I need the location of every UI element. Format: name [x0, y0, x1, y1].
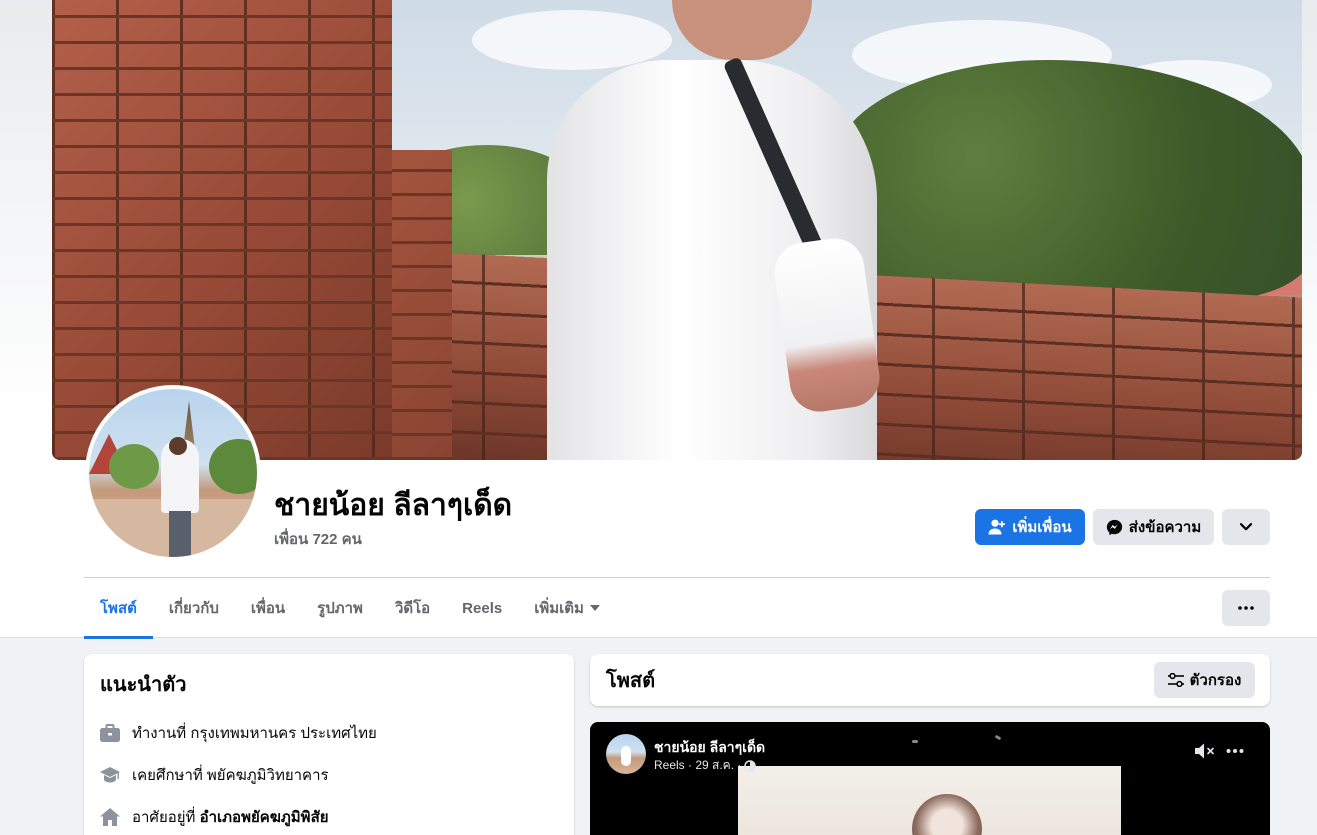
filter-button[interactable]: ตัวกรอง	[1154, 662, 1255, 698]
tab-label: โพสต์	[100, 600, 137, 617]
tab-label: เพิ่มเติม	[534, 600, 584, 617]
post-menu-button[interactable]	[1226, 742, 1244, 765]
tab-label: วิดีโอ	[394, 600, 431, 617]
graduation-cap-icon	[100, 765, 120, 785]
avatar-person-head	[169, 437, 187, 455]
person-head	[672, 0, 812, 60]
intro-item-education: เคยศึกษาที่ พยัคฆภูมิวิทยาคาร	[100, 754, 558, 796]
posts-title: โพสต์	[606, 670, 656, 692]
intro-item-prefix: อาศัยอยู่ที่	[132, 809, 200, 826]
intro-item-text: อาศัยอยู่ที่ อำเภอพยัคฆภูมิพิสัย	[132, 805, 329, 829]
muted-speaker-icon	[1195, 743, 1214, 759]
add-friend-button[interactable]: เพิ่มเพื่อน	[975, 509, 1085, 545]
messenger-icon	[1106, 519, 1122, 535]
intro-list: ทำงานที่ กรุงเทพมหานคร ประเทศไทย เคยศึกษ…	[100, 712, 558, 835]
add-friend-label: เพิ่มเพื่อน	[1012, 519, 1072, 536]
add-friend-icon	[988, 519, 1006, 535]
profile-avatar[interactable]	[85, 385, 261, 561]
post-meta: Reels · 29 ส.ค. ·	[654, 756, 757, 775]
intro-item-text: ทำงานที่ กรุงเทพมหานคร ประเทศไทย	[132, 725, 377, 742]
intro-item-work: ทำงานที่ กรุงเทพมหานคร ประเทศไทย	[100, 712, 558, 754]
avatar-person-legs	[169, 511, 191, 557]
tab-label: รูปภาพ	[317, 600, 363, 617]
profile-menu-button[interactable]	[1222, 590, 1270, 626]
profile-name: ชายน้อย ลีลาๆเด็ด	[274, 489, 513, 522]
privacy-friends-icon	[744, 759, 757, 772]
ellipsis-icon	[1226, 749, 1244, 753]
briefcase-icon	[100, 723, 120, 743]
post-author-avatar[interactable]	[606, 734, 646, 774]
decor	[994, 734, 1002, 741]
tab-photos[interactable]: รูปภาพ	[301, 578, 379, 638]
cloud	[472, 10, 672, 70]
avatar-tree	[109, 444, 159, 489]
post-meta-text[interactable]: Reels · 29 ส.ค. ·	[654, 756, 741, 775]
tab-label: เกี่ยวกับ	[168, 600, 219, 617]
tab-more[interactable]: เพิ่มเติม	[518, 578, 616, 638]
intro-item-text: เคยศึกษาที่ พยัคฆภูมิวิทยาคาร	[132, 767, 329, 784]
intro-card: แนะนำตัว ทำงานที่ กรุงเทพมหานคร ประเทศไท…	[84, 654, 574, 835]
mute-button[interactable]	[1194, 742, 1216, 765]
tab-label: Reels	[462, 599, 503, 617]
chevron-down-icon	[1240, 523, 1252, 531]
intro-item-lives: อาศัยอยู่ที่ อำเภอพยัคฆภูมิพิสัย	[100, 796, 558, 835]
tab-videos[interactable]: วิดีโอ	[379, 578, 446, 638]
tab-reels[interactable]: Reels	[446, 578, 518, 638]
avatar-tree	[209, 439, 257, 494]
filter-label: ตัวกรอง	[1189, 672, 1242, 689]
tab-posts[interactable]: โพสต์	[84, 578, 153, 639]
decor	[912, 740, 918, 743]
message-label: ส่งข้อความ	[1128, 519, 1202, 536]
profile-tabs: โพสต์ เกี่ยวกับ เพื่อน รูปภาพ วิดีโอ Ree…	[84, 578, 616, 639]
reel-post[interactable]: ชายน้อย ลีลาๆเด็ด Reels · 29 ส.ค. ·	[590, 722, 1270, 835]
caret-down-icon	[589, 605, 600, 611]
intro-title: แนะนำตัว	[100, 674, 187, 696]
filter-icon	[1167, 673, 1184, 687]
posts-header-card: โพสต์ ตัวกรอง	[590, 654, 1270, 706]
intro-item-link[interactable]: อำเภอพยัคฆภูมิพิสัย	[200, 809, 329, 826]
friends-count[interactable]: เพื่อน 722 คน	[274, 527, 362, 551]
ellipsis-icon	[1238, 606, 1254, 610]
message-button[interactable]: ส่งข้อความ	[1093, 509, 1214, 545]
tab-friends[interactable]: เพื่อน	[235, 578, 301, 638]
brick-wall	[52, 0, 392, 460]
tab-label: เพื่อน	[250, 600, 286, 617]
tab-about[interactable]: เกี่ยวกับ	[153, 578, 235, 638]
more-options-button[interactable]	[1222, 509, 1270, 545]
cover-photo[interactable]	[52, 0, 1302, 460]
home-icon	[100, 807, 120, 827]
